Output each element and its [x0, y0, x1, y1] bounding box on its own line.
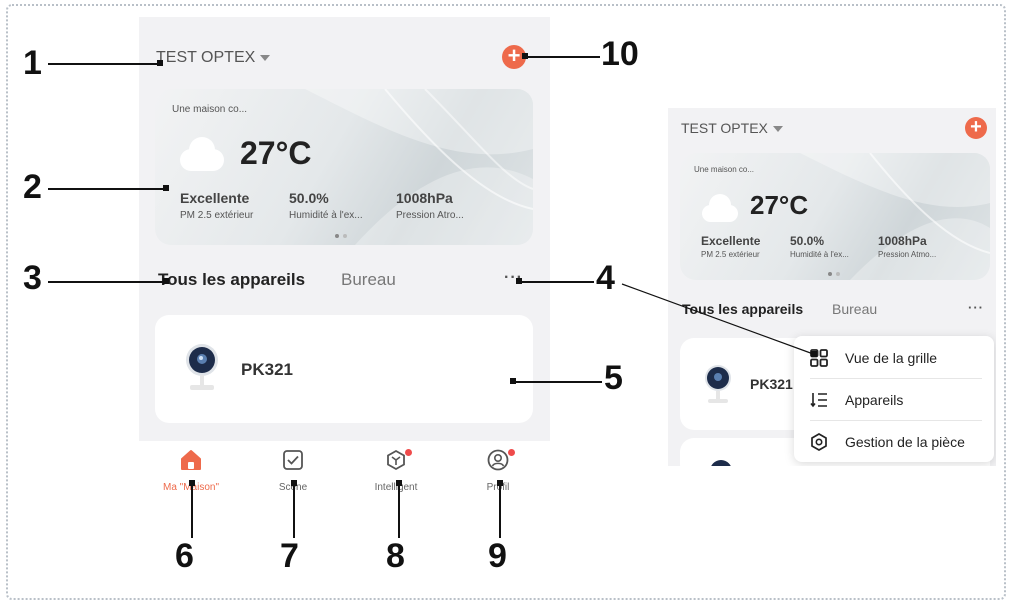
callout-number-4: 4: [596, 259, 615, 297]
hex-settings-icon: [811, 433, 827, 451]
stat-pressure-label: Pression Atmo...: [878, 250, 937, 259]
callout-line-2: [48, 188, 166, 190]
callout-marker-10: [522, 53, 528, 59]
device-name: PK321: [750, 376, 793, 392]
notification-badge: [405, 449, 412, 456]
callout-line-3: [48, 281, 166, 283]
tab-bureau[interactable]: Bureau: [832, 301, 877, 317]
callout-marker-4: [516, 278, 522, 284]
more-options-button[interactable]: ···: [968, 300, 984, 315]
weather-subtitle: Une maison co...: [694, 165, 755, 174]
menu-item-grid-view[interactable]: Vue de la grille: [794, 338, 994, 378]
home-title: TEST OPTEX: [156, 49, 256, 66]
home-selector[interactable]: TEST OPTEX: [156, 49, 271, 67]
more-options-menu: Vue de la grille Appareils Gestion de la…: [794, 336, 994, 462]
caret-down-icon: [772, 126, 783, 133]
temperature: 27°C: [240, 135, 312, 171]
home-selector[interactable]: TEST OPTEX: [681, 120, 783, 136]
callout-marker-9: [497, 480, 503, 486]
menu-divider: [810, 378, 982, 379]
callout-number-1: 1: [23, 44, 42, 82]
callout-number-6: 6: [175, 537, 194, 575]
callout-number-5: 5: [604, 359, 623, 397]
profile-icon: [487, 449, 509, 471]
device-card-pk321[interactable]: PK321: [155, 315, 533, 423]
bottom-nav-bar: Ma "Maison" Scène Intelligent Pro: [139, 441, 550, 507]
nav-item-profile[interactable]: Profil: [453, 449, 543, 493]
stat-pressure-label: Pression Atro...: [396, 210, 464, 221]
callout-line-8: [398, 482, 400, 538]
callout-line-6: [191, 482, 193, 538]
device-name: PK321: [241, 360, 293, 379]
tab-all-devices[interactable]: Tous les appareils: [158, 270, 305, 290]
checkbox-scene-icon: [283, 450, 303, 470]
callout-line-7: [293, 482, 295, 538]
stat-humidity-label: Humidité à l'ex...: [790, 250, 849, 259]
notification-badge: [508, 449, 515, 456]
phone-main-screen: TEST OPTEX + Une maison co... 27°C Excel…: [139, 17, 550, 507]
carousel-dots: [335, 225, 351, 243]
menu-label-grid-view: Vue de la grille: [845, 350, 938, 366]
cloud-icon-top: [709, 194, 731, 216]
carousel-dots: [828, 263, 844, 280]
callout-number-8: 8: [386, 537, 405, 575]
stat-humidity-value: 50.0%: [790, 234, 825, 248]
callout-marker-2: [163, 185, 169, 191]
stat-pm25-label: PM 2.5 extérieur: [180, 210, 254, 221]
callout-marker-5: [510, 378, 516, 384]
callout-number-7: 7: [280, 537, 299, 575]
camera-icon: [710, 460, 732, 466]
callout-line-4: [518, 281, 594, 283]
weather-card[interactable]: Une maison co... 27°C Excellente PM 2.5 …: [155, 89, 533, 245]
stat-pressure-value: 1008hPa: [396, 190, 453, 206]
menu-item-room-management[interactable]: Gestion de la pièce: [794, 422, 994, 462]
tab-bureau[interactable]: Bureau: [341, 270, 396, 290]
callout-line-5: [513, 381, 602, 383]
nav-item-intelligent[interactable]: Intelligent: [351, 449, 441, 493]
callout-number-3: 3: [23, 259, 42, 297]
stat-pm25-value: Excellente: [180, 190, 250, 206]
callout-marker-6: [189, 480, 195, 486]
weather-subtitle: Une maison co...: [172, 104, 248, 115]
callout-line-1: [48, 63, 160, 65]
callout-number-2: 2: [23, 168, 42, 206]
temperature: 27°C: [750, 190, 809, 220]
menu-divider: [810, 420, 982, 421]
callout-marker-7: [291, 480, 297, 486]
stat-pressure-value: 1008hPa: [878, 234, 927, 248]
sort-list-icon: [810, 393, 827, 408]
home-title: TEST OPTEX: [681, 120, 768, 136]
stat-pm25-value: Excellente: [701, 234, 761, 248]
callout-marker-3: [163, 278, 169, 284]
camera-icon: [705, 365, 731, 403]
add-device-button[interactable]: +: [965, 117, 987, 139]
callout-number-10: 10: [601, 35, 639, 73]
weather-card[interactable]: Une maison co... 27°C Excellente PM 2.5 …: [680, 153, 990, 280]
cloud-icon-top: [189, 137, 215, 163]
callout-leader-4: [621, 283, 817, 357]
caret-down-icon: [260, 54, 271, 61]
stat-pm25-label: PM 2.5 extérieur: [701, 250, 760, 259]
menu-label-devices: Appareils: [845, 392, 904, 408]
stat-humidity-label: Humidité à l'ex...: [289, 210, 363, 221]
menu-label-room-management: Gestion de la pièce: [845, 434, 965, 450]
home-icon: [181, 450, 201, 470]
callout-line-9: [499, 482, 501, 538]
callout-marker-1: [157, 60, 163, 66]
callout-line-10: [524, 56, 600, 58]
callout-marker-8: [396, 480, 402, 486]
camera-icon: [186, 344, 218, 390]
stat-humidity-value: 50.0%: [289, 190, 329, 206]
menu-item-devices[interactable]: Appareils: [794, 380, 994, 420]
callout-number-9: 9: [488, 537, 507, 575]
